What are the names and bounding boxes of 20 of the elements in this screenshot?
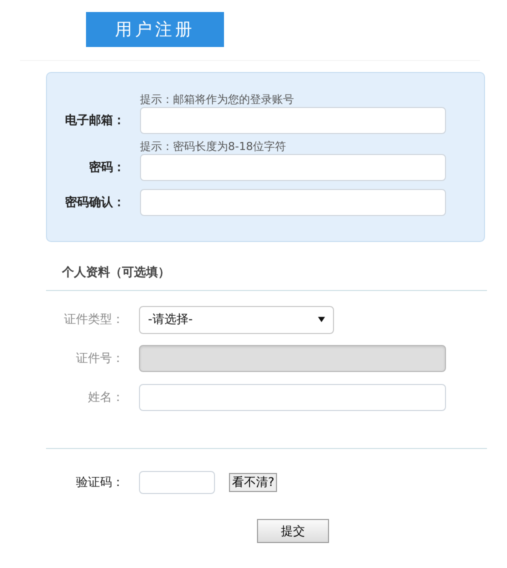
captcha-field[interactable] — [139, 470, 215, 494]
hint-text: 提示：邮箱将作为您的登录账号 — [140, 93, 294, 107]
field-label: 电子邮箱： — [64, 112, 125, 129]
input-field[interactable] — [140, 189, 446, 216]
field-label: 密码确认： — [64, 194, 125, 211]
field-label: 姓名： — [87, 389, 124, 406]
submit-button[interactable]: 提交 — [257, 519, 329, 543]
hint-text: 提示：密码长度为8-18位字符 — [140, 140, 286, 154]
field-label: 证件号： — [75, 350, 124, 367]
input-field[interactable] — [140, 154, 446, 181]
input-field[interactable] — [139, 384, 446, 411]
input-field[interactable] — [140, 107, 446, 134]
field-label: 验证码： — [75, 474, 124, 490]
caret-icon — [318, 316, 325, 323]
dropdown[interactable]: -请选择- — [139, 306, 334, 334]
field-label: 证件类型： — [63, 311, 124, 328]
page-title: 用户注册 — [86, 12, 224, 47]
refresh-captcha-button[interactable]: 看不清? — [229, 472, 278, 492]
field-label: 密码： — [88, 159, 125, 176]
section-title: 个人资料（可选填） — [62, 264, 171, 281]
